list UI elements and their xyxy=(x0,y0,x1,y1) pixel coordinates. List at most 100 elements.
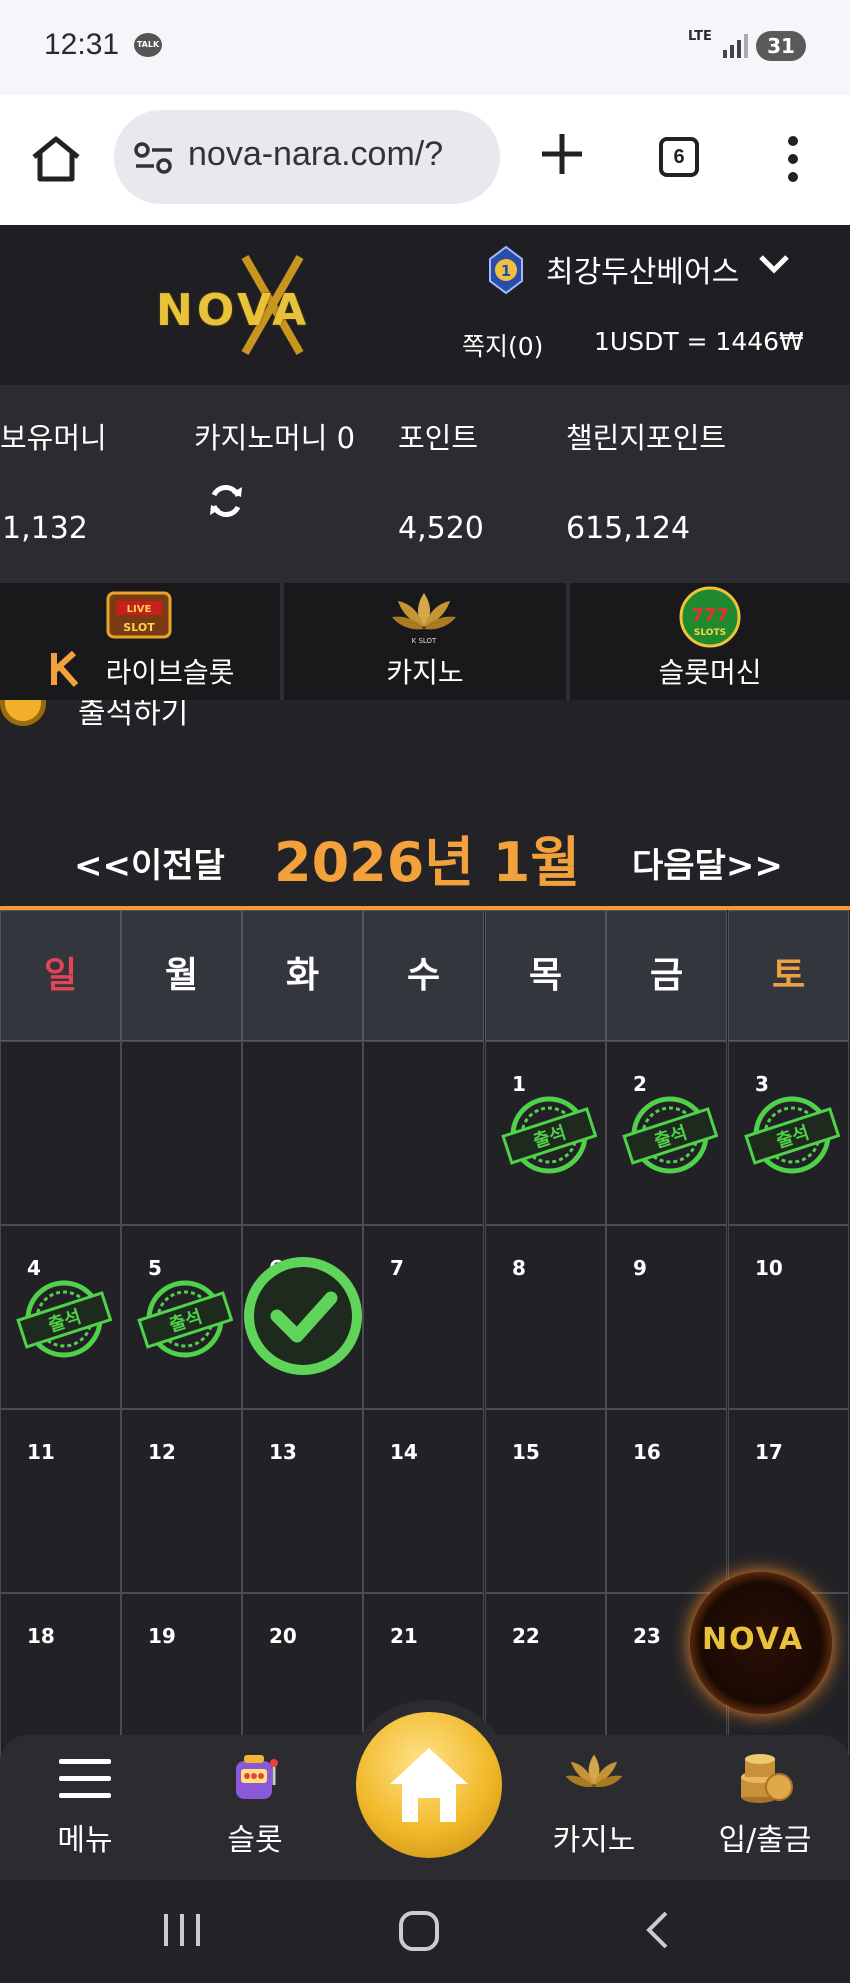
svg-text:777: 777 xyxy=(691,605,729,626)
live-slot-icon: LIVE SLOT xyxy=(106,591,172,639)
calendar-day[interactable]: 5 출석 xyxy=(121,1225,242,1409)
coins-icon xyxy=(741,1754,793,1803)
username[interactable]: 최강두산베어스 xyxy=(546,247,739,291)
calendar-day[interactable]: 13 xyxy=(242,1409,363,1593)
status-bar: 12:31 TALK LTE 31 xyxy=(0,0,850,95)
nova-logo[interactable]: NOVA xyxy=(150,255,350,355)
challenge-points-value: 615,124 xyxy=(566,511,691,546)
casino-money-label: 카지노머니 0 xyxy=(194,421,356,455)
floating-logo-text: NOVA xyxy=(702,1622,805,1657)
rank-badge-number: 1 xyxy=(501,262,511,280)
slots-777-icon: 777 SLOTS xyxy=(679,586,741,648)
holding-money-value: 1,132 xyxy=(2,511,88,546)
calendar-day[interactable]: 6 xyxy=(242,1225,363,1409)
tab-live-slot[interactable]: LIVE SLOT 라이브슬롯 xyxy=(0,583,282,700)
calendar-day-number: 5 xyxy=(148,1256,162,1280)
calendar-day[interactable]: 16 xyxy=(606,1409,727,1593)
calendar-day-number: 10 xyxy=(755,1256,783,1280)
calendar-day[interactable]: 8 xyxy=(485,1225,606,1409)
attendance-stamp-icon: 출석 xyxy=(16,1280,112,1358)
status-time: 12:31 xyxy=(44,28,120,61)
calendar-day[interactable]: 12 xyxy=(121,1409,242,1593)
calendar-day[interactable]: 7 xyxy=(363,1225,484,1409)
calendar-day[interactable]: 14 xyxy=(363,1409,484,1593)
calendar-day-number: 2 xyxy=(633,1072,647,1096)
weekday-header: 목 xyxy=(485,910,606,1041)
nav-deposit[interactable]: 입/출금 xyxy=(695,1735,835,1880)
home-button[interactable] xyxy=(344,1700,514,1870)
recent-apps-icon[interactable] xyxy=(162,1912,202,1948)
home-button-inner xyxy=(356,1712,502,1858)
calendar-day[interactable]: 9 xyxy=(606,1225,727,1409)
talk-notification-icon: TALK xyxy=(134,33,162,57)
calendar-day[interactable]: 3 출석 xyxy=(728,1041,849,1225)
tab-live-slot-label: 라이브슬롯 xyxy=(105,656,235,689)
weekday-header: 금 xyxy=(606,910,727,1041)
nav-slot-label: 슬롯 xyxy=(227,1823,283,1858)
calendar-day-number: 16 xyxy=(633,1440,661,1464)
attendance-stamp-icon: 출석 xyxy=(744,1096,840,1174)
weekday-header: 토 xyxy=(728,910,849,1041)
signal-icon xyxy=(723,34,748,58)
nav-menu[interactable]: 메뉴 xyxy=(15,1735,155,1880)
weekday-header: 화 xyxy=(242,910,363,1041)
android-home-icon[interactable] xyxy=(398,1910,440,1952)
svg-text:SLOTS: SLOTS xyxy=(694,628,726,638)
floating-nova-button[interactable]: NOVA xyxy=(690,1572,832,1714)
calendar-day[interactable]: 2 출석 xyxy=(606,1041,727,1225)
weekday-header: 일 xyxy=(0,910,121,1041)
attendance-label: 출석하기 xyxy=(78,700,189,731)
svg-text:K SLOT: K SLOT xyxy=(412,637,437,645)
calendar-day-number: 3 xyxy=(755,1072,769,1096)
weekday-header: 월 xyxy=(121,910,242,1041)
address-bar[interactable]: nova-nara.com/? xyxy=(114,110,500,204)
nav-menu-label: 메뉴 xyxy=(57,1823,113,1858)
attendance-stamp-icon: 출석 xyxy=(501,1096,597,1174)
android-nav-bar xyxy=(0,1880,850,1983)
calendar-day[interactable]: 4 출석 xyxy=(0,1225,121,1409)
browser-home-icon[interactable] xyxy=(30,135,82,183)
battery-icon: 31 xyxy=(756,31,806,61)
balance-panel: 보유머니 1,132 카지노머니 0 포인트 4,520 챌린지포인트 615,… xyxy=(0,385,850,583)
calendar-day[interactable] xyxy=(0,1041,121,1225)
tab-switcher-button[interactable]: 6 xyxy=(659,137,699,177)
calendar-day-number: 1 xyxy=(512,1072,526,1096)
attendance-icon xyxy=(0,700,46,726)
new-tab-icon[interactable] xyxy=(538,130,586,178)
url-text: nova-nara.com/? xyxy=(188,135,444,173)
calendar-day[interactable] xyxy=(121,1041,242,1225)
casino-lotus-icon: K SLOT xyxy=(392,593,456,645)
nav-casino[interactable]: 카지노 xyxy=(524,1735,664,1880)
refresh-icon[interactable] xyxy=(206,481,246,521)
calendar-day[interactable]: 11 xyxy=(0,1409,121,1593)
chevron-down-icon[interactable] xyxy=(758,253,790,275)
calendar-day-number: 17 xyxy=(755,1440,783,1464)
nav-deposit-label: 입/출금 xyxy=(718,1823,812,1858)
calendar-day[interactable]: 15 xyxy=(485,1409,606,1593)
home-icon xyxy=(390,1748,468,1822)
prev-month-button[interactable]: <<이전달 xyxy=(74,838,225,887)
rank-badge-icon: 1 xyxy=(489,245,523,295)
back-icon[interactable] xyxy=(644,1910,670,1950)
calendar-day-number: 14 xyxy=(390,1440,418,1464)
month-title: 2026년 1월 xyxy=(274,831,581,894)
calendar-day-number: 22 xyxy=(512,1624,540,1648)
tab-slot-machine-label: 슬롯머신 xyxy=(658,656,762,689)
nav-slot[interactable]: 슬롯 xyxy=(185,1735,325,1880)
calendar-day[interactable]: 17 xyxy=(728,1409,849,1593)
messages-link[interactable]: 쪽지(0) xyxy=(462,327,543,363)
site-settings-icon[interactable] xyxy=(134,142,174,174)
next-month-button[interactable]: 다음달>> xyxy=(632,838,783,887)
calendar-day[interactable] xyxy=(242,1041,363,1225)
attendance-stamp-icon: 출석 xyxy=(137,1280,233,1358)
calendar-day-number: 9 xyxy=(633,1256,647,1280)
calendar-day[interactable]: 1 출석 xyxy=(485,1041,606,1225)
points-value: 4,520 xyxy=(398,511,484,546)
calendar-day[interactable]: 10 xyxy=(728,1225,849,1409)
tab-slot-machine[interactable]: 777 SLOTS 슬롯머신 xyxy=(570,583,850,700)
attendance-row[interactable]: 출석하기 xyxy=(0,700,850,740)
tab-casino[interactable]: K SLOT 카지노 xyxy=(284,583,566,700)
calendar-day[interactable] xyxy=(363,1041,484,1225)
more-options-icon[interactable] xyxy=(785,135,801,183)
nav-casino-label: 카지노 xyxy=(552,1823,636,1858)
